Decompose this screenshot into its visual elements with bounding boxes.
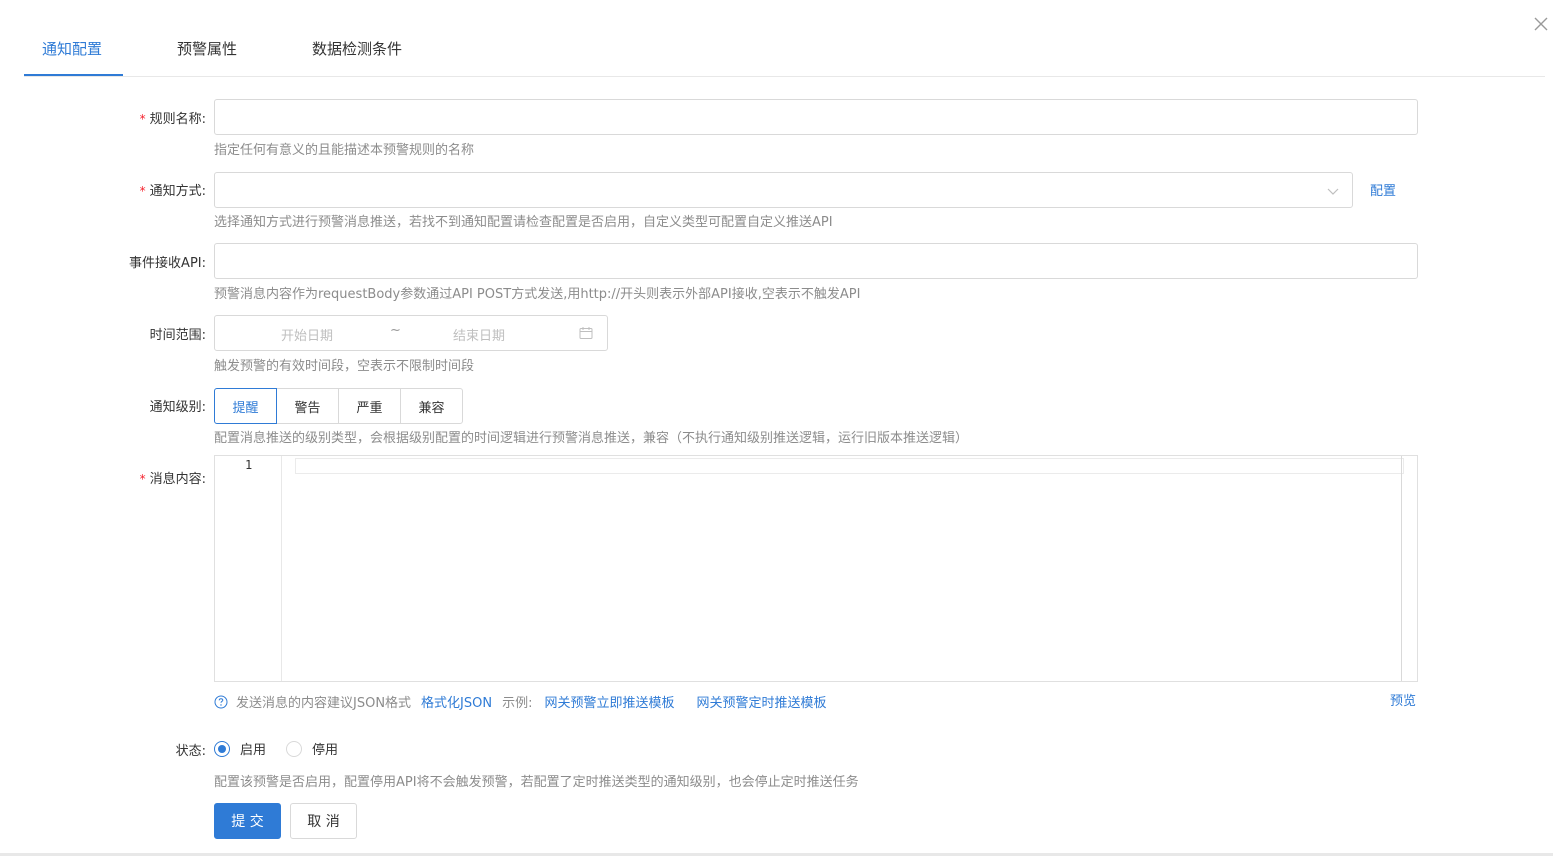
tab-bar: 通知配置 预警属性 数据检测条件 (24, 0, 1545, 77)
notify-level-label: 通知级别: (149, 400, 206, 415)
editor-gutter: 1 (215, 456, 282, 681)
notify-config-link[interactable]: 配置 (1370, 180, 1396, 199)
date-range-picker[interactable]: 开始日期 ~ 结束日期 (214, 315, 608, 351)
level-severe-button[interactable]: 严重 (338, 388, 401, 424)
event-api-label: 事件接收API: (129, 256, 206, 271)
level-warning-button[interactable]: 警告 (276, 388, 339, 424)
tab-notify-config[interactable]: 通知配置 (42, 38, 102, 59)
chevron-down-icon (1327, 188, 1339, 195)
start-date-input[interactable]: 开始日期 (281, 325, 333, 344)
radio-checked[interactable] (214, 740, 230, 757)
calendar-icon (579, 327, 593, 339)
editor-scrollbar[interactable] (1401, 456, 1417, 681)
notify-method-select[interactable] (214, 172, 1353, 208)
required-mark: * (139, 112, 146, 126)
end-date-input[interactable]: 结束日期 (453, 325, 505, 344)
cancel-button[interactable]: 取 消 (290, 803, 357, 839)
submit-button[interactable]: 提 交 (214, 803, 281, 839)
message-hint-row: 发送消息的内容建议JSON格式 格式化JSON 示例: 网关预警立即推送模板 网… (214, 692, 827, 711)
notify-method-label: * 通知方式: (139, 184, 206, 199)
level-compatible-button[interactable]: 兼容 (400, 388, 463, 424)
status-label: 状态: (175, 744, 206, 759)
notify-method-help: 选择通知方式进行预警消息推送，若找不到通知配置请检查配置是否启用，自定义类型可配… (214, 215, 833, 230)
status-disable-radio[interactable]: 停用 (286, 739, 338, 758)
time-range-help: 触发预警的有效时间段，空表示不限制时间段 (214, 359, 475, 374)
notify-level-segmented: 提醒 警告 严重 兼容 (214, 388, 463, 424)
required-mark: * (139, 184, 146, 198)
question-circle-icon (214, 695, 228, 708)
preview-link[interactable]: 预览 (1390, 690, 1416, 709)
range-separator: ~ (390, 323, 401, 338)
tab-alert-attributes[interactable]: 预警属性 (177, 38, 237, 59)
required-mark: * (139, 472, 146, 486)
rule-name-label: * 规则名称: (139, 112, 206, 127)
rule-name-input[interactable] (214, 99, 1418, 135)
tab-active-indicator (24, 74, 123, 76)
rule-name-help: 指定任何有意义的且能描述本预警规则的名称 (214, 143, 475, 158)
radio-unchecked[interactable] (286, 740, 302, 757)
example-label: 示例: (502, 696, 533, 711)
line-number: 1 (245, 458, 253, 472)
editor-current-line[interactable] (295, 458, 1404, 474)
level-remind-button[interactable]: 提醒 (214, 388, 277, 424)
format-json-link[interactable]: 格式化JSON (421, 692, 492, 711)
tab-data-detection[interactable]: 数据检测条件 (312, 38, 402, 59)
message-content-label: * 消息内容: (139, 472, 206, 487)
status-help: 配置该预警是否启用，配置停用API将不会触发预警，若配置了定时推送类型的通知级别… (214, 775, 859, 790)
time-range-label: 时间范围: (149, 328, 206, 343)
status-enable-radio[interactable]: 启用 (214, 739, 266, 758)
notify-level-help: 配置消息推送的级别类型，会根据级别配置的时间逻辑进行预警消息推送，兼容（不执行通… (214, 431, 969, 446)
event-api-help: 预警消息内容作为requestBody参数通过API POST方式发送,用htt… (214, 287, 861, 302)
code-editor[interactable]: 1 (214, 455, 1418, 682)
event-api-input[interactable] (214, 243, 1418, 279)
template-immediate-link[interactable]: 网关预警立即推送模板 (544, 692, 674, 711)
json-hint-text: 发送消息的内容建议JSON格式 (236, 696, 412, 711)
template-scheduled-link[interactable]: 网关预警定时推送模板 (697, 692, 827, 711)
